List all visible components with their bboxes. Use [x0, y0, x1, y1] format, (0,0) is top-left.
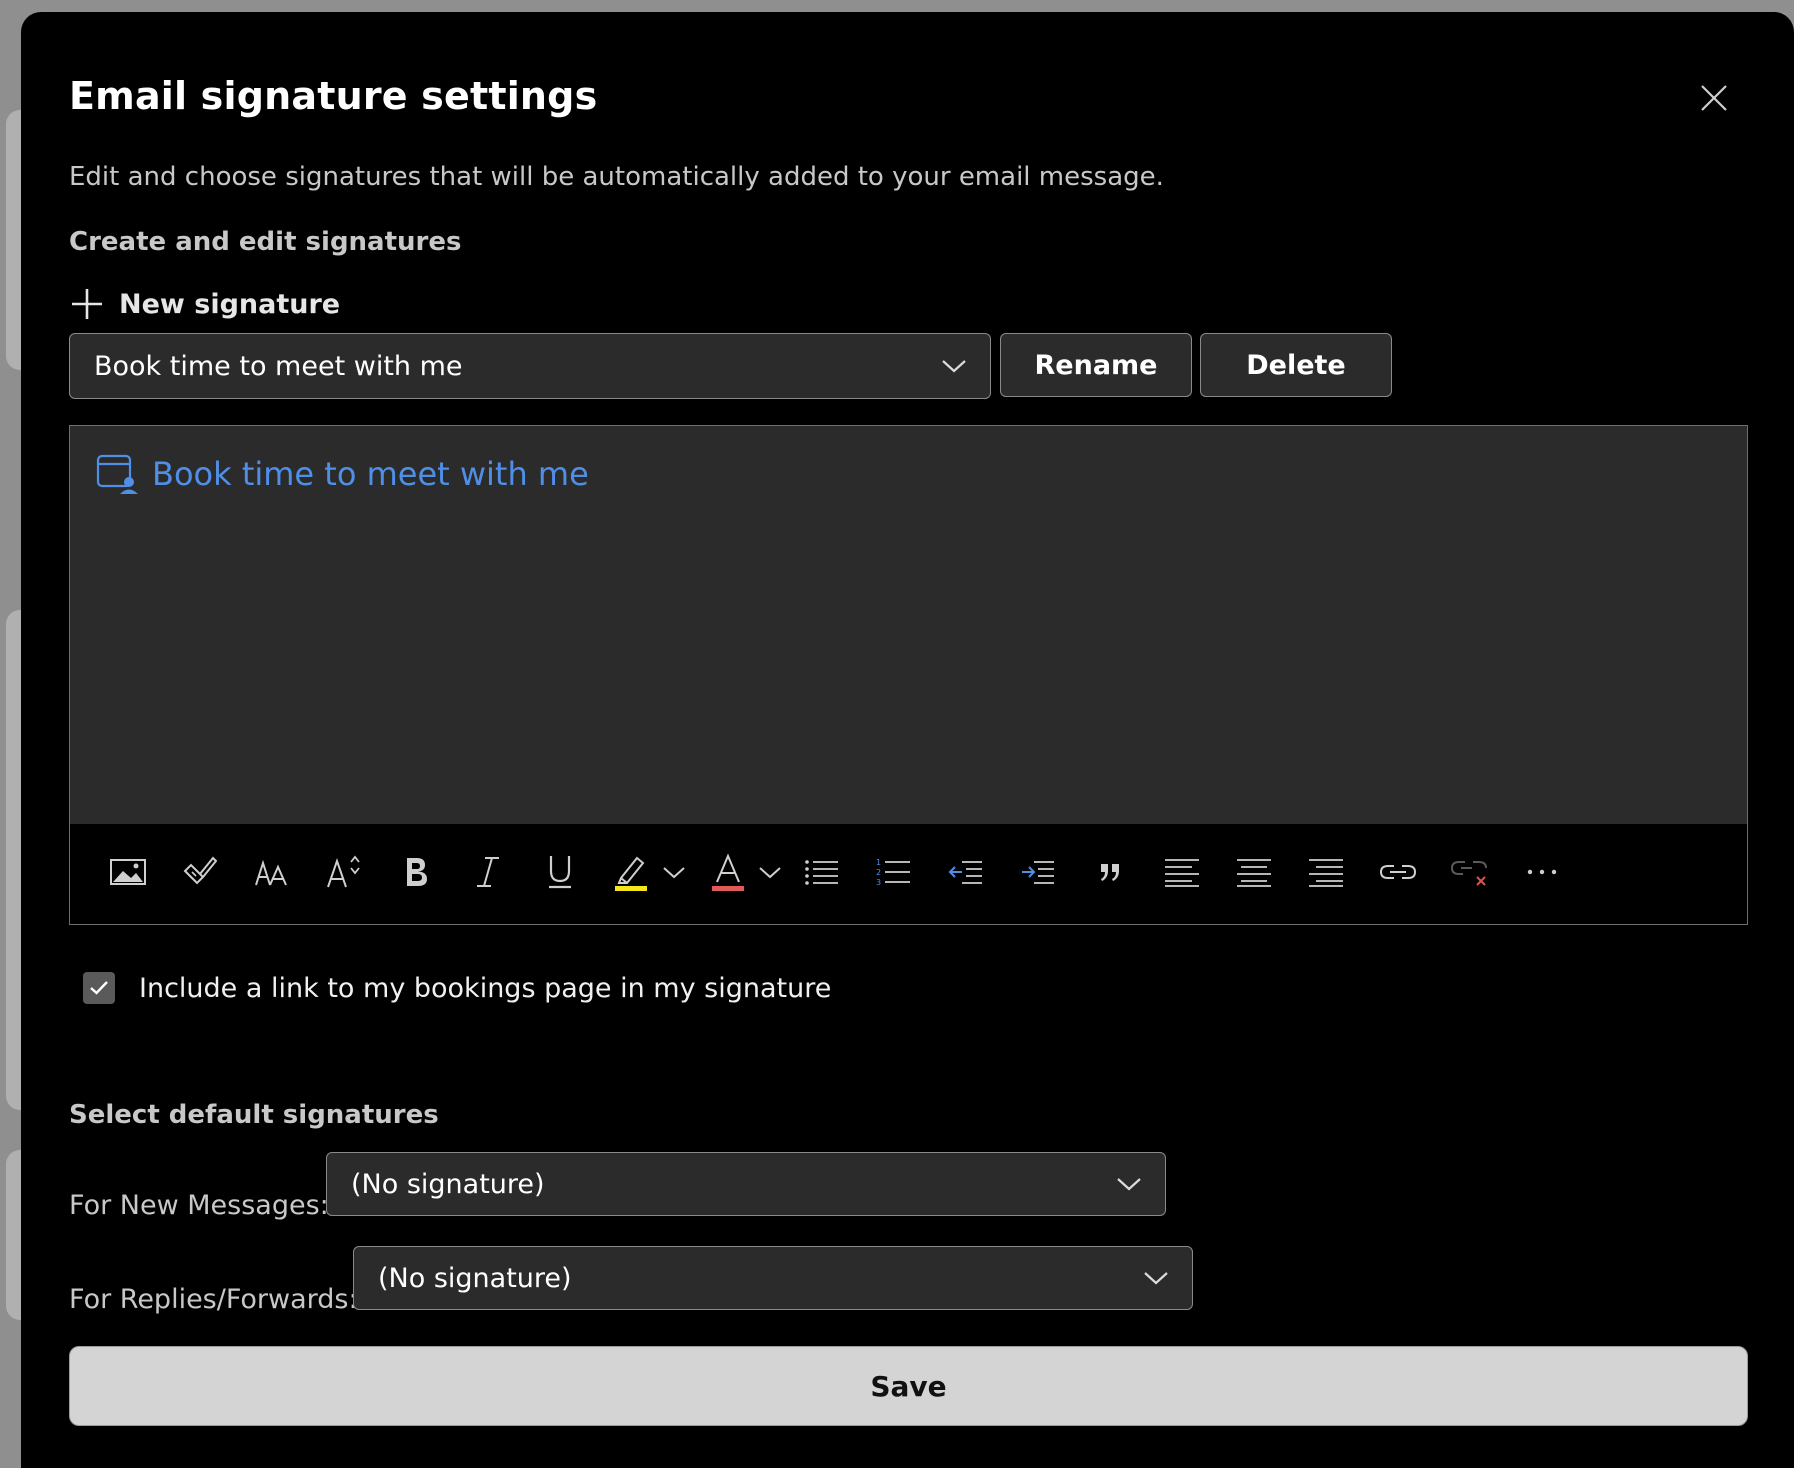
- replies-forwards-label: For Replies/Forwards:: [69, 1284, 358, 1315]
- format-painter-icon: [183, 856, 218, 885]
- signature-select[interactable]: Book time to meet with me: [69, 333, 991, 399]
- replies-forwards-select-value: (No signature): [378, 1262, 572, 1294]
- create-section-heading: Create and edit signatures: [69, 227, 462, 257]
- font-size-button[interactable]: [314, 842, 374, 902]
- delete-button[interactable]: Delete: [1200, 333, 1392, 397]
- bookings-link-checkbox-row[interactable]: Include a link to my bookings page in my…: [83, 972, 831, 1004]
- font-size-icon: [327, 855, 360, 888]
- align-center-icon: [1237, 859, 1271, 887]
- calendar-person-icon: [96, 454, 138, 494]
- new-signature-label: New signature: [119, 288, 341, 320]
- font-button[interactable]: [242, 842, 302, 902]
- checkmark-icon: [90, 981, 108, 995]
- insert-link-button[interactable]: [1368, 842, 1428, 902]
- italic-button[interactable]: [458, 842, 518, 902]
- quote-icon: [1101, 864, 1119, 881]
- rename-button[interactable]: Rename: [1000, 333, 1192, 397]
- insert-link-icon: [1379, 865, 1417, 879]
- close-icon: [1701, 85, 1727, 111]
- new-signature-button[interactable]: New signature: [69, 282, 340, 326]
- svg-text:1: 1: [876, 858, 881, 867]
- formatting-toolbar: 1 2 3: [70, 824, 1747, 924]
- underline-button[interactable]: [530, 842, 590, 902]
- new-messages-signature-select[interactable]: (No signature): [326, 1152, 1166, 1216]
- numbering-icon: 1 2 3: [876, 858, 910, 887]
- bookings-link-checkbox[interactable]: [83, 972, 115, 1004]
- insert-picture-button[interactable]: [98, 842, 158, 902]
- svg-text:3: 3: [876, 878, 881, 887]
- font-color-icon: [712, 853, 744, 891]
- bold-button[interactable]: [386, 842, 446, 902]
- numbering-button[interactable]: 1 2 3: [864, 842, 924, 902]
- align-left-icon: [1165, 859, 1199, 887]
- underline-icon: [549, 856, 571, 889]
- close-button[interactable]: [1688, 72, 1740, 124]
- new-messages-select-value: (No signature): [351, 1168, 545, 1200]
- dialog-subtitle: Edit and choose signatures that will be …: [69, 162, 1164, 192]
- more-options-icon: [1527, 869, 1557, 875]
- highlight-icon: [615, 856, 647, 891]
- decrease-indent-button[interactable]: [936, 842, 996, 902]
- save-button[interactable]: Save: [69, 1346, 1748, 1426]
- chevron-down-icon: [759, 867, 781, 879]
- chevron-down-icon: [663, 867, 685, 879]
- format-painter-button[interactable]: [170, 842, 230, 902]
- remove-link-icon: [1450, 861, 1487, 886]
- remove-link-button[interactable]: [1440, 842, 1500, 902]
- italic-icon: [477, 857, 499, 887]
- align-right-button[interactable]: [1296, 842, 1356, 902]
- more-options-button[interactable]: [1512, 842, 1572, 902]
- new-messages-label: For New Messages:: [69, 1190, 329, 1221]
- chevron-down-icon: [1117, 1178, 1141, 1191]
- svg-text:2: 2: [876, 868, 881, 877]
- font-icon: [255, 859, 287, 886]
- font-color-button[interactable]: [698, 842, 758, 902]
- email-signature-dialog: Email signature settings Edit and choose…: [21, 12, 1794, 1468]
- chevron-down-icon: [1144, 1272, 1168, 1285]
- signature-editor-content[interactable]: Book time to meet with me: [70, 426, 1747, 824]
- font-color-dropdown[interactable]: [756, 854, 784, 890]
- highlight-color-dropdown[interactable]: [660, 854, 688, 890]
- plus-icon: [72, 289, 102, 319]
- signature-select-value: Book time to meet with me: [94, 350, 463, 382]
- replies-forwards-signature-select[interactable]: (No signature): [353, 1246, 1193, 1310]
- align-center-button[interactable]: [1224, 842, 1284, 902]
- insert-picture-icon: [110, 859, 146, 885]
- bullets-button[interactable]: [792, 842, 852, 902]
- align-left-button[interactable]: [1152, 842, 1212, 902]
- quote-button[interactable]: [1080, 842, 1140, 902]
- defaults-section-heading: Select default signatures: [69, 1100, 439, 1130]
- align-right-icon: [1309, 859, 1343, 887]
- decrease-indent-icon: [948, 861, 982, 884]
- increase-indent-button[interactable]: [1008, 842, 1068, 902]
- bold-icon: [407, 858, 427, 886]
- bookings-link-text: Book time to meet with me: [152, 455, 589, 493]
- dialog-title: Email signature settings: [69, 74, 598, 118]
- highlight-button[interactable]: [602, 842, 662, 902]
- increase-indent-icon: [1022, 861, 1054, 884]
- bullets-icon: [805, 860, 838, 885]
- bookings-link-checkbox-label: Include a link to my bookings page in my…: [139, 972, 832, 1004]
- chevron-down-icon: [942, 360, 966, 373]
- bookings-link[interactable]: Book time to meet with me: [96, 452, 589, 496]
- signature-editor: Book time to meet with me 1 2 3: [69, 425, 1748, 925]
